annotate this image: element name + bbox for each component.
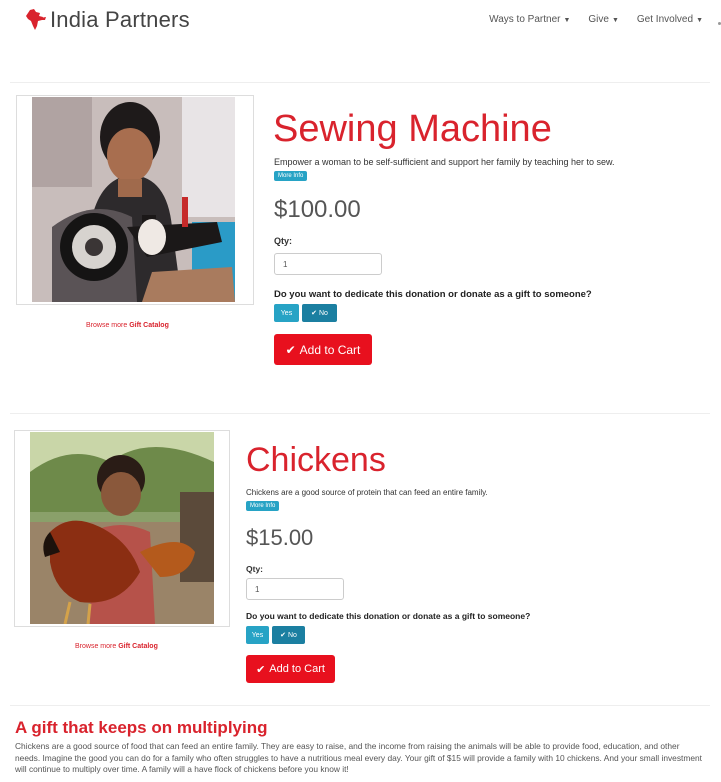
- qty-input[interactable]: [246, 578, 344, 600]
- add-to-cart-button[interactable]: ✔ Add to Cart: [274, 334, 372, 365]
- more-info-button[interactable]: More Info: [246, 501, 280, 511]
- caret-down-icon: ▼: [696, 17, 703, 24]
- qty-label: Qty:: [274, 236, 292, 246]
- nav-label: Ways to Partner: [489, 14, 561, 25]
- section-divider: [10, 705, 710, 706]
- checkmark-icon: ✔: [256, 663, 266, 676]
- add-to-cart-button[interactable]: ✔ Add to Cart: [246, 655, 335, 683]
- more-info-button[interactable]: More Info: [274, 171, 308, 181]
- section-divider: [10, 82, 710, 83]
- product-title: Chickens: [246, 441, 386, 479]
- no-label: No: [287, 631, 297, 639]
- checkmark-icon: ✔: [311, 310, 317, 317]
- dedicate-question: Do you want to dedicate this donation or…: [274, 289, 592, 300]
- site-logo[interactable]: India Partners: [22, 7, 190, 33]
- multiplying-description: Chickens are a good source of food that …: [15, 741, 702, 774]
- browse-prefix: Browse more: [86, 322, 130, 329]
- product-image-woman-sewing: [32, 97, 235, 302]
- gift-catalog-link[interactable]: Gift Catalog: [129, 322, 169, 329]
- product-image-frame: [14, 430, 230, 627]
- nav-ways-to-partner[interactable]: Ways to Partner ▼: [489, 14, 570, 25]
- browse-gift-catalog[interactable]: Browse more Gift Catalog: [86, 322, 169, 329]
- nav-get-involved[interactable]: Get Involved ▼: [637, 14, 703, 25]
- india-map-icon: [26, 9, 46, 30]
- product-price: $15.00: [246, 525, 314, 550]
- product-description: Empower a woman to be self-sufficient an…: [274, 157, 615, 167]
- yes-label: Yes: [280, 309, 293, 317]
- product-price: $100.00: [274, 196, 361, 223]
- caret-down-icon: ▼: [563, 17, 571, 24]
- logo-text: India Partners: [50, 7, 190, 32]
- multiplying-heading: A gift that keeps on multiplying: [15, 718, 268, 737]
- browse-gift-catalog[interactable]: Browse more Gift Catalog: [75, 643, 158, 650]
- dedicate-yes-button[interactable]: Yes: [246, 626, 269, 644]
- checkmark-icon: ✔: [285, 342, 296, 357]
- section-divider: [10, 413, 710, 414]
- product-title: Sewing Machine: [273, 108, 552, 150]
- nav-give[interactable]: Give ▼: [588, 14, 619, 25]
- product-image-child-chicken: [30, 432, 214, 624]
- checkmark-icon: ✔: [280, 632, 286, 639]
- main-nav: Ways to Partner ▼ Give ▼ Get Involved ▼: [489, 14, 721, 25]
- nav-label: Give: [588, 14, 609, 25]
- dedicate-yes-button[interactable]: Yes: [274, 304, 299, 322]
- gift-catalog-link[interactable]: Gift Catalog: [118, 643, 158, 650]
- browse-prefix: Browse more: [75, 643, 119, 650]
- caret-down-icon: ▼: [611, 17, 619, 24]
- nav-label: Get Involved: [636, 14, 694, 25]
- no-label: No: [318, 309, 328, 317]
- yes-label: Yes: [251, 631, 264, 639]
- dedicate-no-button[interactable]: ✔ No: [302, 304, 337, 322]
- qty-label: Qty:: [246, 564, 263, 574]
- add-to-cart-label: Add to Cart: [299, 342, 361, 357]
- product-description: Chickens are a good source of protein th…: [246, 488, 488, 497]
- dedicate-no-button[interactable]: ✔ No: [272, 626, 305, 644]
- product-image-frame: [16, 95, 254, 305]
- add-to-cart-label: Add to Cart: [269, 663, 325, 675]
- dedicate-question: Do you want to dedicate this donation or…: [246, 611, 531, 621]
- qty-input[interactable]: [274, 253, 382, 275]
- site-header: India Partners Ways to Partner ▼ Give ▼ Ge…: [0, 0, 721, 44]
